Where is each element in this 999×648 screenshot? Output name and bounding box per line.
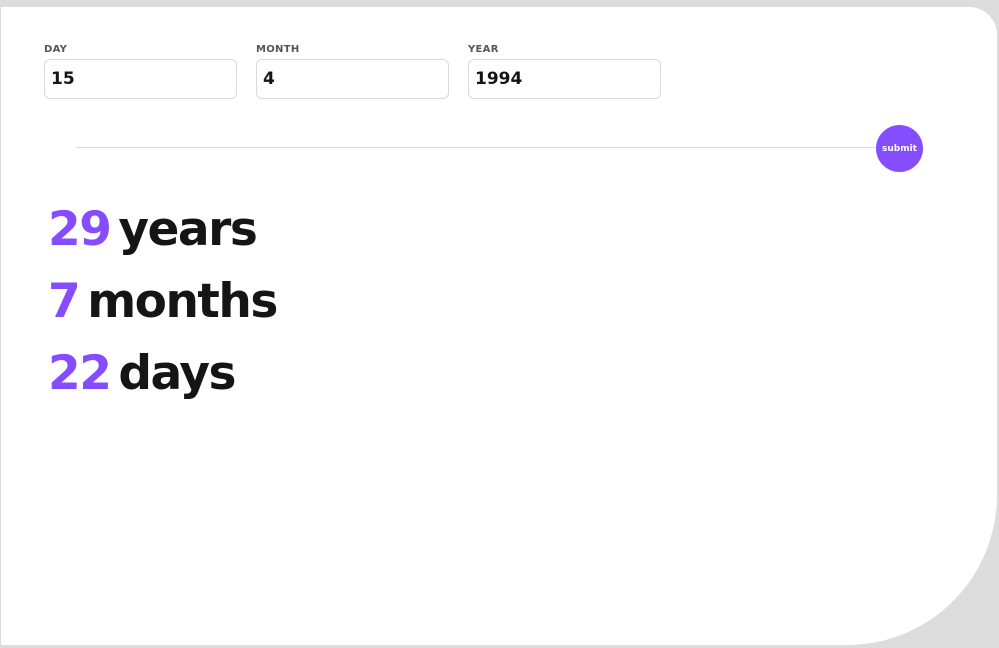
year-input[interactable] xyxy=(468,59,661,99)
months-unit: months xyxy=(87,274,278,329)
divider xyxy=(76,147,881,148)
day-input[interactable] xyxy=(44,59,237,99)
years-result: 29 years xyxy=(48,203,277,275)
years-unit: years xyxy=(118,202,257,257)
month-label: MONTH xyxy=(256,44,300,55)
submit-button[interactable]: submit xyxy=(876,125,923,172)
days-result: 22 days xyxy=(48,347,277,419)
age-calculator-card: DAY MONTH YEAR submit 29years 7months 22… xyxy=(1,7,997,645)
age-results: 29 years 7 months 22 days xyxy=(48,203,278,419)
month-field: MONTH xyxy=(256,44,449,99)
months-result: 7 months xyxy=(48,274,278,347)
days-unit: days xyxy=(118,346,236,401)
year-label: YEAR xyxy=(468,44,499,55)
month-input[interactable] xyxy=(256,59,449,99)
years-value: 29 xyxy=(48,202,112,257)
months-value: 7 xyxy=(48,274,81,329)
day-field: DAY xyxy=(44,44,237,99)
day-label: DAY xyxy=(44,44,68,55)
days-value: 22 xyxy=(48,346,112,401)
year-field: YEAR xyxy=(468,44,661,99)
